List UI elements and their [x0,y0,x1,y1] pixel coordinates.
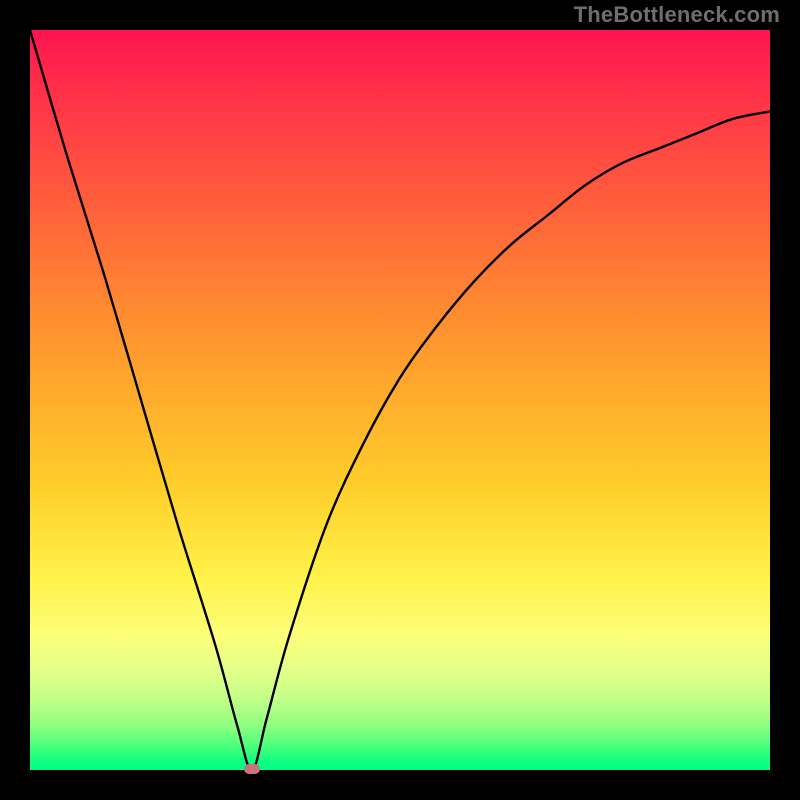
attribution-label: TheBottleneck.com [574,2,780,28]
curve-path [30,30,770,770]
chart-container: TheBottleneck.com [0,0,800,800]
bottleneck-curve [30,30,770,770]
min-marker [244,764,260,774]
plot-area [30,30,770,770]
